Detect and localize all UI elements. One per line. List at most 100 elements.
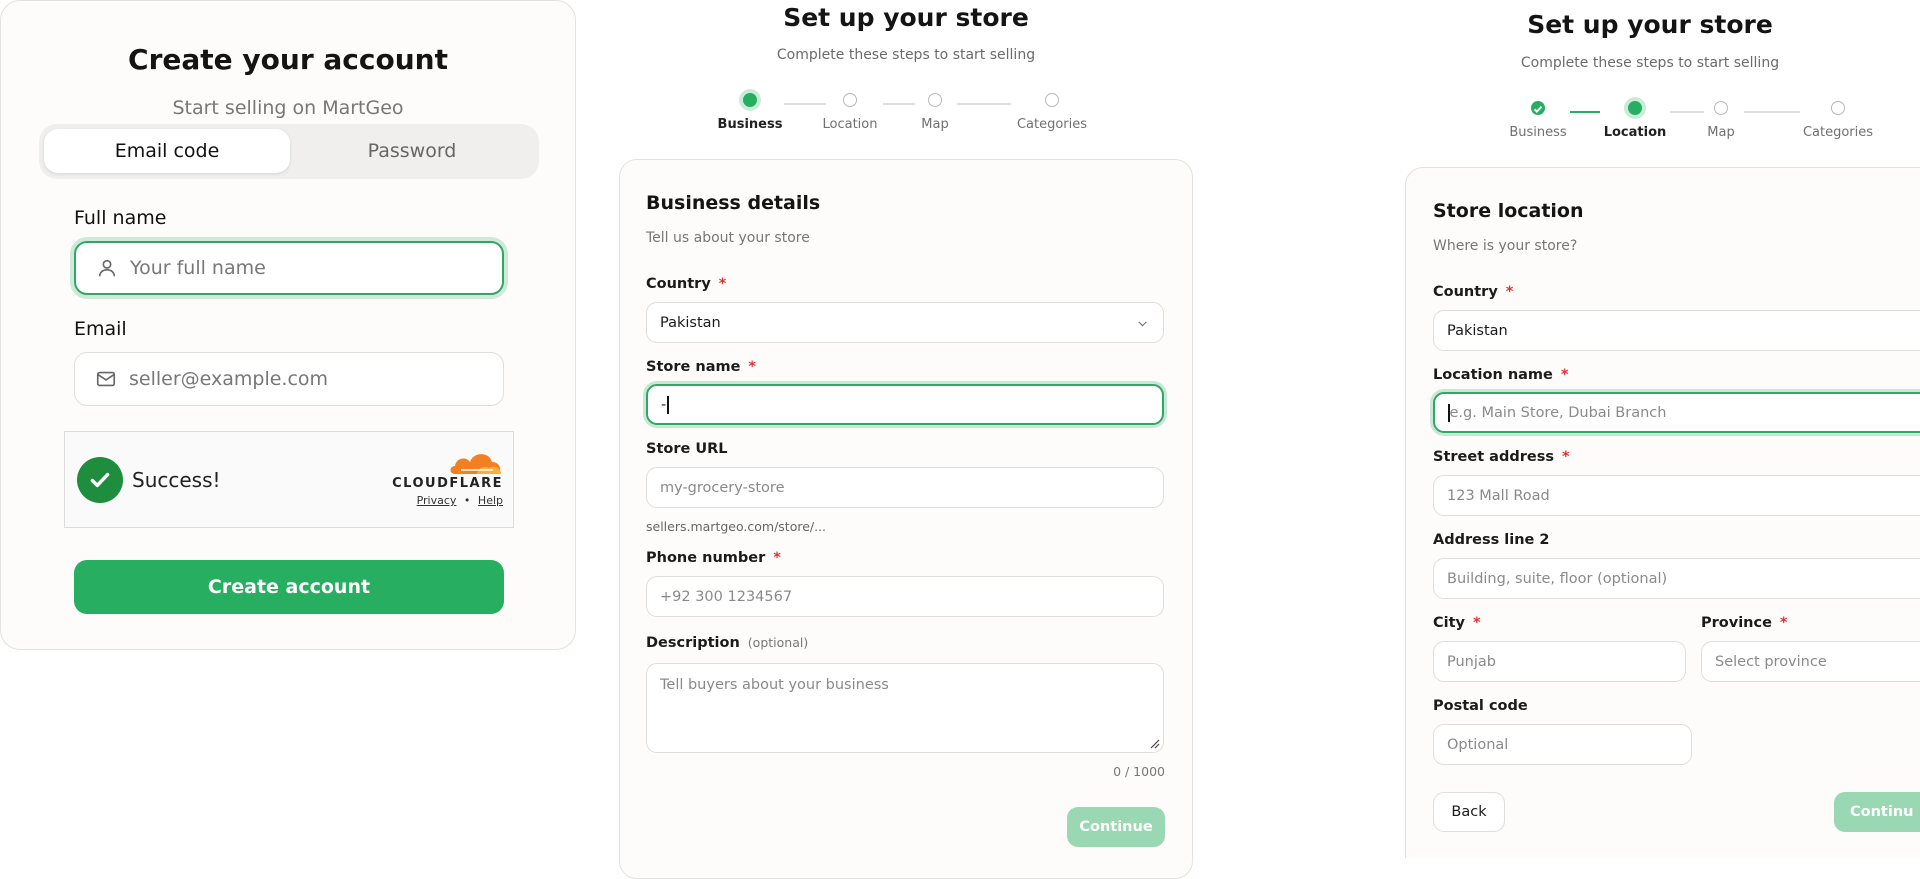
city-placeholder: Punjab	[1447, 653, 1496, 670]
check-circle-icon	[77, 457, 123, 503]
description-placeholder: Tell buyers about your business	[660, 677, 889, 693]
country-value: Pakistan	[1447, 322, 1508, 339]
description-label-text: Description	[646, 635, 740, 651]
store-url-label: Store URL	[646, 441, 728, 457]
step-dot-categories	[1045, 93, 1059, 107]
step-label-map: Map	[1707, 125, 1735, 140]
country-label: Country *	[1433, 284, 1513, 300]
required-mark: *	[748, 359, 757, 375]
store-name-label: Store name *	[646, 359, 756, 375]
tab-password[interactable]: Password	[289, 129, 535, 173]
description-label: Description (optional)	[646, 635, 808, 651]
street-placeholder: 123 Mall Road	[1447, 487, 1550, 504]
card-title: Store location	[1433, 200, 1584, 222]
card-title: Business details	[646, 192, 821, 214]
cloud-icon	[450, 454, 501, 474]
optional-tag: (optional)	[747, 635, 809, 650]
store-url-hint: sellers.martgeo.com/store/...	[646, 519, 827, 534]
country-select[interactable]: Pakistan	[1433, 310, 1920, 351]
required-mark: *	[1779, 615, 1788, 631]
links-separator: •	[463, 494, 471, 507]
step-connector	[883, 103, 915, 105]
step-label-map: Map	[921, 117, 949, 132]
resize-handle-icon[interactable]	[1148, 737, 1160, 749]
email-placeholder: seller@example.com	[129, 368, 329, 390]
setup-business-panel: Set up your store Complete these steps t…	[596, 0, 1216, 879]
phone-input[interactable]: +92 300 1234567	[646, 576, 1164, 617]
city-input[interactable]: Punjab	[1433, 641, 1686, 682]
store-name-input[interactable]: -	[646, 384, 1164, 425]
privacy-link[interactable]: Privacy	[417, 494, 457, 507]
step-dot-business	[1531, 101, 1545, 115]
text-cursor	[667, 395, 669, 414]
captcha-widget[interactable]: Success! CLOUDFLARE Privacy • Help	[64, 431, 514, 528]
signup-panel: Create your account Start selling on Mar…	[0, 0, 576, 650]
required-mark: *	[1473, 615, 1481, 631]
store-url-placeholder: my-grocery-store	[660, 479, 785, 496]
create-account-button[interactable]: Create account	[74, 560, 504, 614]
phone-label: Phone number *	[646, 550, 781, 566]
step-dot-business	[743, 93, 757, 107]
tab-email-code[interactable]: Email code	[44, 129, 290, 173]
step-dot-categories	[1831, 101, 1845, 115]
step-dot-location	[1628, 101, 1642, 115]
province-label-text: Province	[1701, 615, 1772, 631]
location-name-input[interactable]: e.g. Main Store, Dubai Branch	[1433, 392, 1920, 433]
step-connector	[957, 103, 1011, 105]
street-label-text: Street address	[1433, 449, 1554, 465]
full-name-input[interactable]: Your full name	[74, 241, 504, 295]
required-mark: *	[1561, 449, 1570, 465]
step-label-business: Business	[717, 117, 783, 132]
step-label-categories: Categories	[1802, 125, 1874, 140]
country-label-text: Country	[1433, 284, 1498, 300]
address2-input[interactable]: Building, suite, floor (optional)	[1433, 558, 1920, 599]
user-icon	[98, 259, 116, 277]
city-label: City *	[1433, 615, 1481, 631]
store-url-input[interactable]: my-grocery-store	[646, 467, 1164, 508]
help-link[interactable]: Help	[478, 494, 503, 507]
address2-placeholder: Building, suite, floor (optional)	[1447, 570, 1668, 587]
step-label-location: Location	[1603, 125, 1667, 140]
province-select[interactable]: Select province	[1701, 641, 1920, 682]
location-name-label: Location name *	[1433, 367, 1568, 383]
required-mark: *	[718, 276, 727, 292]
postal-label: Postal code	[1433, 698, 1528, 714]
required-mark: *	[1560, 367, 1569, 383]
description-counter: 0 / 1000	[1113, 764, 1165, 779]
step-dot-map	[928, 93, 942, 107]
street-label: Street address *	[1433, 449, 1570, 465]
postal-placeholder: Optional	[1447, 736, 1509, 753]
card-subtitle: Where is your store?	[1433, 238, 1578, 254]
store-name-label-text: Store name	[646, 359, 741, 375]
step-connector	[1570, 111, 1600, 113]
captcha-links: Privacy • Help	[417, 494, 503, 507]
full-name-placeholder: Your full name	[130, 257, 266, 279]
step-label-business: Business	[1509, 125, 1567, 140]
mail-icon	[96, 371, 116, 387]
email-input[interactable]: seller@example.com	[74, 352, 504, 406]
auth-method-toggle: Email code Password	[39, 124, 539, 179]
province-placeholder: Select province	[1715, 653, 1827, 670]
street-input[interactable]: 123 Mall Road	[1433, 475, 1920, 516]
location-name-label-text: Location name	[1433, 367, 1553, 383]
phone-label-text: Phone number	[646, 550, 766, 566]
description-textarea[interactable]: Tell buyers about your business	[646, 663, 1164, 753]
back-button[interactable]: Back	[1433, 792, 1505, 832]
required-mark: *	[1505, 284, 1514, 300]
country-select[interactable]: Pakistan	[646, 302, 1164, 343]
check-icon	[1533, 105, 1543, 114]
step-connector	[784, 103, 826, 105]
continue-button[interactable]: Continue	[1067, 807, 1165, 847]
step-indicator: Business Location Map Categories	[1380, 0, 1920, 140]
email-label: Email	[74, 318, 127, 340]
continue-button[interactable]: Continu	[1834, 792, 1920, 832]
city-label-text: City	[1433, 615, 1465, 631]
step-indicator: Business Location Map Categories	[596, 0, 1216, 140]
chevron-down-icon	[1138, 321, 1147, 327]
setup-location-panel: Set up your store Complete these steps t…	[1380, 0, 1920, 858]
postal-input[interactable]: Optional	[1433, 724, 1692, 765]
step-connector	[1744, 111, 1800, 113]
country-label-text: Country	[646, 276, 711, 292]
step-dot-location	[843, 93, 857, 107]
phone-placeholder: +92 300 1234567	[660, 588, 793, 605]
